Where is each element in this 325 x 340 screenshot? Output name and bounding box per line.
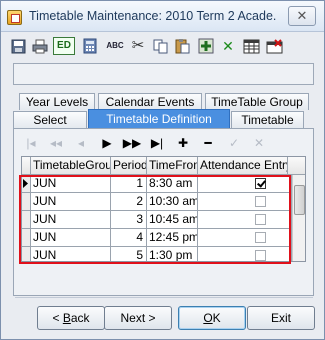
prior-record-button[interactable]: ◂	[71, 134, 91, 152]
ok-button-rest: K	[212, 311, 221, 325]
add-record-icon[interactable]	[197, 37, 215, 55]
column-header-overflow	[288, 157, 305, 175]
highlight-box	[19, 175, 291, 264]
last-record-button[interactable]: ▶|	[147, 134, 167, 152]
footer-divider	[15, 297, 313, 298]
insert-record-button[interactable]: ✚	[173, 134, 193, 152]
tab-calendar-events[interactable]: Calendar Events	[98, 93, 202, 110]
tab-select[interactable]: Select	[13, 111, 87, 128]
post-edit-button[interactable]: ✓	[224, 134, 244, 152]
toolbar: ED ABC ✂ ✕	[9, 35, 317, 57]
ok-button-accel: O	[203, 311, 213, 325]
back-button-rest: ack	[70, 311, 90, 325]
calculator-icon[interactable]	[81, 37, 99, 55]
copy-icon[interactable]	[151, 37, 169, 55]
first-record-button[interactable]: |◂	[21, 134, 41, 152]
grid-icon[interactable]	[242, 37, 260, 55]
back-button-accel: B	[62, 311, 71, 325]
edit-icon[interactable]: ED	[53, 37, 75, 55]
scrollbar-thumb[interactable]	[294, 185, 305, 215]
status-field[interactable]	[13, 63, 314, 85]
spellcheck-icon[interactable]: ABC	[105, 37, 125, 55]
grid-vertical-scrollbar[interactable]	[292, 175, 305, 261]
column-header-attendance-entry[interactable]: Attendance Entry	[198, 157, 288, 175]
cancel-edit-button[interactable]: ✕	[249, 134, 269, 152]
prior-page-button[interactable]: ◂◂	[46, 134, 66, 152]
tab-year-levels[interactable]: Year Levels	[19, 93, 95, 110]
column-header-timetable-group[interactable]: TimetableGroup	[31, 157, 111, 175]
app-icon	[7, 10, 22, 25]
next-button[interactable]: Next >	[104, 306, 172, 330]
window-title: Timetable Maintenance: 2010 Term 2 Acade…	[29, 9, 277, 23]
delete-record-icon[interactable]: ✕	[219, 37, 237, 55]
tab-timetable[interactable]: Timetable	[231, 111, 304, 128]
next-record-button[interactable]: ▶	[97, 134, 117, 152]
column-header-period[interactable]: Period	[111, 157, 147, 175]
back-button[interactable]: < Back	[37, 306, 105, 330]
paste-icon[interactable]	[173, 37, 191, 55]
delete-record-button[interactable]: ━	[198, 134, 218, 152]
back-button-prefix: <	[52, 311, 63, 325]
save-icon[interactable]	[9, 37, 27, 55]
print-icon[interactable]	[31, 37, 49, 55]
timetable-maintenance-window: Timetable Maintenance: 2010 Term 2 Acade…	[0, 0, 325, 340]
cut-icon[interactable]: ✂	[129, 37, 147, 55]
title-bar: Timetable Maintenance: 2010 Term 2 Acade…	[1, 1, 324, 32]
tab-timetable-definition[interactable]: Timetable Definition	[88, 109, 230, 129]
cancel-edit-icon[interactable]	[265, 37, 283, 55]
next-page-button[interactable]: ▶▶	[122, 134, 142, 152]
column-header-time-from[interactable]: TimeFrom	[147, 157, 198, 175]
exit-button[interactable]: Exit	[247, 306, 315, 330]
close-button[interactable]: ✕	[288, 6, 316, 26]
ok-button[interactable]: OK	[178, 306, 246, 330]
record-navigator: |◂ ◂◂ ◂ ▶ ▶▶ ▶| ✚ ━ ✓ ✕	[21, 133, 305, 153]
grid-corner	[22, 157, 31, 175]
tab-timetable-group[interactable]: TimeTable Group	[205, 93, 309, 110]
